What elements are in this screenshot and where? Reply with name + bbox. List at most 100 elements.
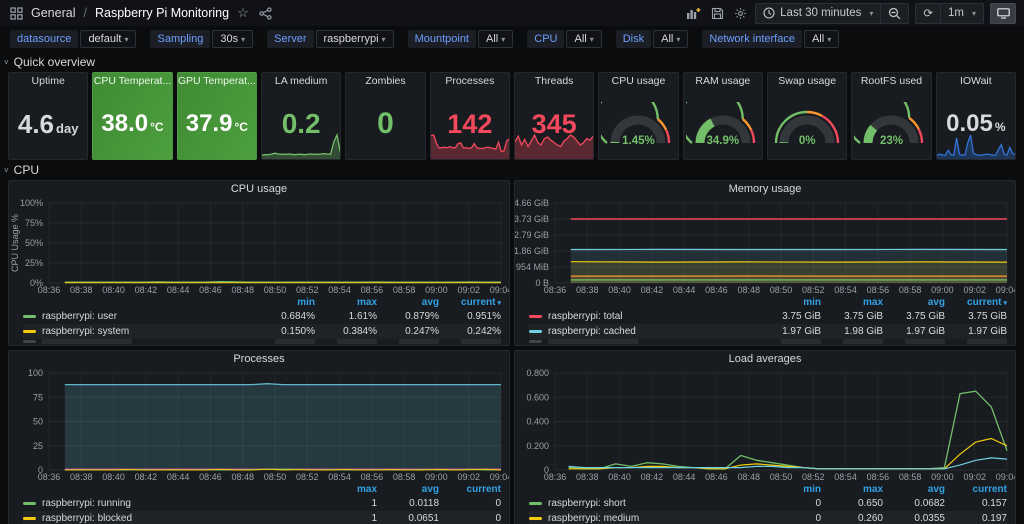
- svg-text:75%: 75%: [25, 218, 43, 228]
- panel-title[interactable]: LA medium: [262, 73, 340, 89]
- refresh-group: ⟳ 1m ▾: [915, 3, 984, 24]
- chart-canvas[interactable]: 025507510008:3608:3808:4008:4208:4408:46…: [9, 367, 509, 483]
- panel-title[interactable]: Memory usage: [515, 181, 1015, 197]
- refresh-icon[interactable]: ⟳: [916, 4, 940, 23]
- share-icon[interactable]: [257, 5, 274, 22]
- panel-title[interactable]: CPU usage: [599, 73, 677, 89]
- gauge: 23%: [854, 102, 928, 148]
- svg-text:09:04: 09:04: [490, 472, 509, 482]
- series-color-marker: [529, 330, 542, 333]
- series-name[interactable]: raspberrypi: short: [548, 498, 626, 509]
- legend-value: 0.0682: [883, 498, 945, 509]
- legend-col-max[interactable]: max: [821, 484, 883, 495]
- variable-datasource: datasourcedefault▾: [10, 30, 136, 48]
- chart-canvas[interactable]: 0%25%50%75%100%08:3608:3808:4008:4208:44…: [9, 197, 509, 296]
- legend-value: 1.98 GiB: [821, 326, 883, 337]
- variable-label: Mountpoint: [408, 30, 476, 48]
- time-range-picker[interactable]: Last 30 minutes ▾: [756, 4, 880, 23]
- variable-value-dropdown[interactable]: default▾: [80, 30, 136, 48]
- variable-value-dropdown[interactable]: All▾: [478, 30, 513, 48]
- series-color-marker: [529, 315, 542, 318]
- panel-title[interactable]: Load averages: [515, 351, 1015, 367]
- stat-number: 37.9: [186, 112, 233, 136]
- panel-title[interactable]: Processes: [9, 351, 509, 367]
- legend-col-min[interactable]: min: [759, 484, 821, 495]
- stat-number: 4.6: [18, 111, 54, 137]
- panel-title[interactable]: GPU Temperat...: [178, 73, 256, 89]
- nav-actions: Last 30 minutes ▾ ⟳ 1m ▾: [684, 3, 1016, 24]
- settings-gear-icon[interactable]: [732, 5, 749, 22]
- legend-col-current[interactable]: current▾: [945, 297, 1007, 308]
- legend-col-max[interactable]: max: [315, 484, 377, 495]
- series-name[interactable]: raspberrypi: total: [548, 311, 622, 322]
- panel-title[interactable]: Zombies: [346, 73, 424, 89]
- panel-title[interactable]: CPU Temperat...: [93, 73, 171, 89]
- svg-text:100: 100: [28, 368, 43, 378]
- legend-col-min[interactable]: min: [253, 297, 315, 308]
- svg-text:08:48: 08:48: [737, 285, 760, 295]
- chart-canvas[interactable]: 00.2000.4000.6000.80008:3608:3808:4008:4…: [515, 367, 1015, 483]
- legend-value: 0.197: [945, 513, 1007, 524]
- legend-col-max[interactable]: max: [315, 297, 377, 308]
- legend-col-avg[interactable]: avg: [883, 297, 945, 308]
- variable-value-dropdown[interactable]: All▾: [804, 30, 839, 48]
- panel-title[interactable]: Processes: [431, 73, 509, 89]
- series-name[interactable]: raspberrypi: running: [42, 498, 131, 509]
- sort-chevron-icon: ▾: [1003, 300, 1007, 307]
- series-name[interactable]: raspberrypi: medium: [548, 513, 639, 524]
- series-name[interactable]: raspberrypi: cached: [548, 326, 636, 337]
- save-icon[interactable]: [709, 5, 726, 22]
- variable-label: Network interface: [702, 30, 802, 48]
- panel-title[interactable]: RAM usage: [684, 73, 762, 89]
- svg-text:09:04: 09:04: [490, 285, 509, 295]
- variable-value-dropdown[interactable]: 30s▾: [212, 30, 253, 48]
- breadcrumb-folder[interactable]: General: [31, 6, 75, 20]
- variable-value-dropdown[interactable]: All▾: [653, 30, 688, 48]
- svg-text:08:44: 08:44: [673, 285, 696, 295]
- series-name[interactable]: raspberrypi: system: [42, 326, 129, 337]
- variable-value-dropdown[interactable]: raspberrypi▾: [316, 30, 394, 48]
- panel-title[interactable]: CPU usage: [9, 181, 509, 197]
- variable-server: Serverraspberrypi▾: [267, 30, 393, 48]
- chart-legend: maxavgcurrentraspberrypi: running10.0118…: [9, 483, 509, 524]
- legend-col-min[interactable]: min: [759, 297, 821, 308]
- legend-value: 0.384%: [315, 326, 377, 337]
- section-header-cpu[interactable]: ˅ CPU: [4, 162, 1016, 178]
- legend-col-avg[interactable]: avg: [883, 484, 945, 495]
- legend-col-current[interactable]: current▾: [439, 297, 501, 308]
- section-header-quick-overview[interactable]: ˅ Quick overview: [4, 54, 1016, 70]
- star-icon[interactable]: ☆: [235, 3, 251, 23]
- chevron-down-icon: ▾: [676, 35, 680, 44]
- legend-value: 1: [315, 498, 377, 509]
- panel-title[interactable]: Threads: [515, 73, 593, 89]
- dashboards-grid-icon[interactable]: [8, 5, 25, 22]
- add-panel-icon[interactable]: [684, 5, 703, 22]
- legend-col-avg[interactable]: avg: [377, 297, 439, 308]
- legend-value: 1.61%: [315, 311, 377, 322]
- variable-value-dropdown[interactable]: All▾: [566, 30, 601, 48]
- svg-text:08:46: 08:46: [705, 472, 728, 482]
- chart-legend: minmaxavgcurrent▾ raspberrypi: user 0.684%…: [9, 296, 509, 345]
- legend-col-current[interactable]: current: [945, 484, 1007, 495]
- cycle-view-tv-icon[interactable]: [990, 3, 1016, 24]
- series-line: [65, 282, 501, 283]
- series-name[interactable]: raspberrypi: blocked: [42, 513, 132, 524]
- chart-legend: minmaxavgcurrent▾raspberrypi: total3.75 …: [515, 296, 1015, 345]
- svg-text:08:36: 08:36: [544, 472, 567, 482]
- legend-value: 0.684%: [253, 311, 315, 322]
- stat-number: 0: [377, 109, 394, 139]
- refresh-interval-picker[interactable]: 1m ▾: [940, 4, 983, 23]
- series-name[interactable]: raspberrypi: user: [42, 311, 117, 322]
- chart-canvas[interactable]: 0 B954 MiB1.86 GiB2.79 GiB3.73 GiB4.66 G…: [515, 197, 1015, 296]
- panel-title[interactable]: IOWait: [937, 73, 1015, 89]
- stat-panel-cpu-temperature: CPU Temperat...38.0°C: [92, 72, 172, 160]
- series-line: [569, 391, 1007, 469]
- stat-number: 345: [532, 111, 577, 138]
- panel-title[interactable]: Swap usage: [768, 73, 846, 89]
- legend-col-max[interactable]: max: [821, 297, 883, 308]
- panel-title[interactable]: RootFS used: [852, 73, 930, 89]
- zoom-out-icon[interactable]: [880, 4, 908, 23]
- panel-title[interactable]: Uptime: [9, 73, 87, 89]
- legend-col-current[interactable]: current: [439, 484, 501, 495]
- legend-col-avg[interactable]: avg: [377, 484, 439, 495]
